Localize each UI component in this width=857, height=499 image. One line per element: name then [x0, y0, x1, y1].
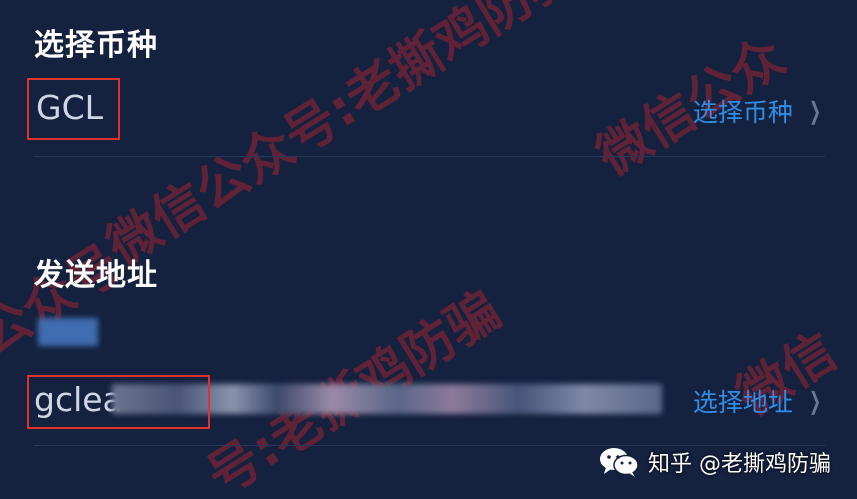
highlight-box	[27, 78, 120, 140]
select-coin-button[interactable]: 选择币种 ❯	[693, 93, 825, 129]
select-coin-label: 选择币种	[692, 98, 793, 127]
select-address-label: 选择地址	[692, 388, 793, 417]
chevron-right-icon: ❯	[808, 97, 821, 125]
watermark-text: 公众号	[0, 234, 132, 368]
redacted-label	[38, 318, 98, 346]
wechat-icon	[598, 445, 640, 479]
source-badge: 知乎 @老撕鸡防骗	[598, 445, 831, 479]
watermark-text: 微信公众号:老撕鸡防骗	[97, 0, 588, 278]
send-form-screen: 微信公众号:老撕鸡防骗 号:老撕鸡防骗 微信公众 微信 公众号 选择币种 GCL…	[0, 0, 857, 499]
chevron-right-icon: ❯	[808, 387, 821, 415]
address-section-title: 发送地址	[34, 258, 158, 293]
highlight-box	[27, 375, 210, 429]
divider	[34, 156, 825, 157]
select-address-button[interactable]: 选择地址 ❯	[693, 383, 825, 419]
badge-text: 知乎 @老撕鸡防骗	[648, 452, 831, 477]
coin-section-title: 选择币种	[34, 28, 158, 63]
